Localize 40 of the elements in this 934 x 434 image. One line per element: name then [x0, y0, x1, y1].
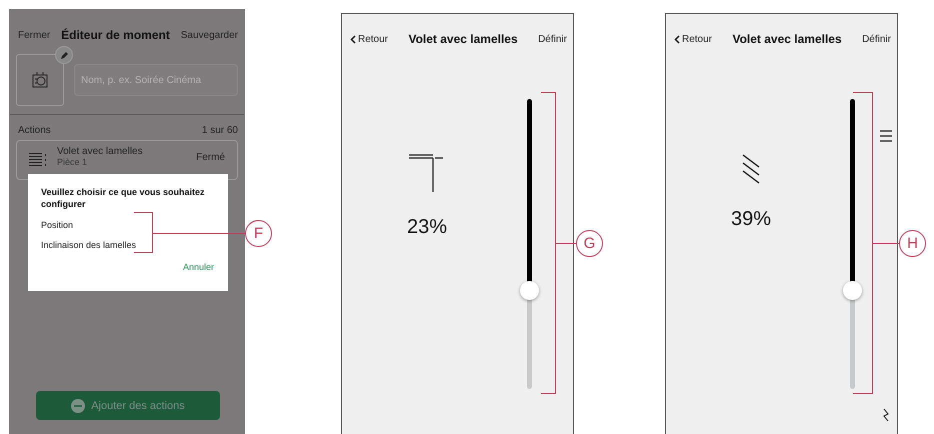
callout-label: G — [576, 230, 603, 257]
shutter-icon — [409, 154, 445, 192]
pencil-icon — [60, 50, 68, 60]
leader-line — [873, 243, 899, 244]
slider-thumb[interactable] — [843, 281, 862, 300]
screen-title: Volet avec lamelles — [408, 32, 518, 46]
actions-count: 1 sur 60 — [202, 125, 238, 136]
action-room: Pièce 1 — [57, 156, 88, 166]
tilted-slats-icon — [742, 154, 760, 184]
moment-icon — [31, 71, 49, 89]
action-name: Volet avec lamelles — [57, 146, 144, 156]
set-link[interactable]: Définir — [862, 34, 891, 44]
horizontal-slats-icon — [880, 130, 892, 142]
actions-label: Actions — [18, 125, 51, 136]
percentage-reading: 39% — [730, 208, 772, 231]
dialog-option[interactable]: Position — [41, 220, 74, 230]
back-link[interactable]: Retour — [350, 34, 388, 44]
plus-circle-icon — [71, 398, 86, 412]
dialog-option[interactable]: Inclinaison des lamelles — [41, 240, 136, 250]
percentage-reading: 23% — [406, 216, 448, 239]
callout-label: F — [245, 220, 272, 246]
name-input-field[interactable]: Nom, p. ex. Soirée Cinéma — [74, 64, 238, 96]
chevron-left-icon — [674, 34, 680, 44]
callout-label: H — [899, 230, 926, 257]
screen-title: Éditeur de moment — [61, 28, 170, 42]
screen-title: Volet avec lamelles — [732, 32, 842, 46]
list-icon — [29, 153, 47, 167]
closed-slats-icon — [883, 408, 889, 422]
close-link[interactable]: Fermer — [18, 30, 50, 40]
slider-thumb[interactable] — [520, 281, 539, 300]
chevron-left-icon — [350, 34, 356, 44]
edit-badge[interactable] — [55, 46, 73, 64]
dialog-title: Veuillez choisir ce que vous souhaitez configurer — [41, 186, 206, 210]
cancel-link[interactable]: Annuler — [182, 262, 214, 272]
action-state: Fermé — [196, 152, 225, 162]
bracket-line — [134, 212, 153, 253]
set-link[interactable]: Définir — [538, 34, 567, 44]
leader-line — [556, 243, 576, 244]
save-link[interactable]: Sauvegarder — [180, 30, 238, 40]
back-link[interactable]: Retour — [674, 34, 712, 44]
